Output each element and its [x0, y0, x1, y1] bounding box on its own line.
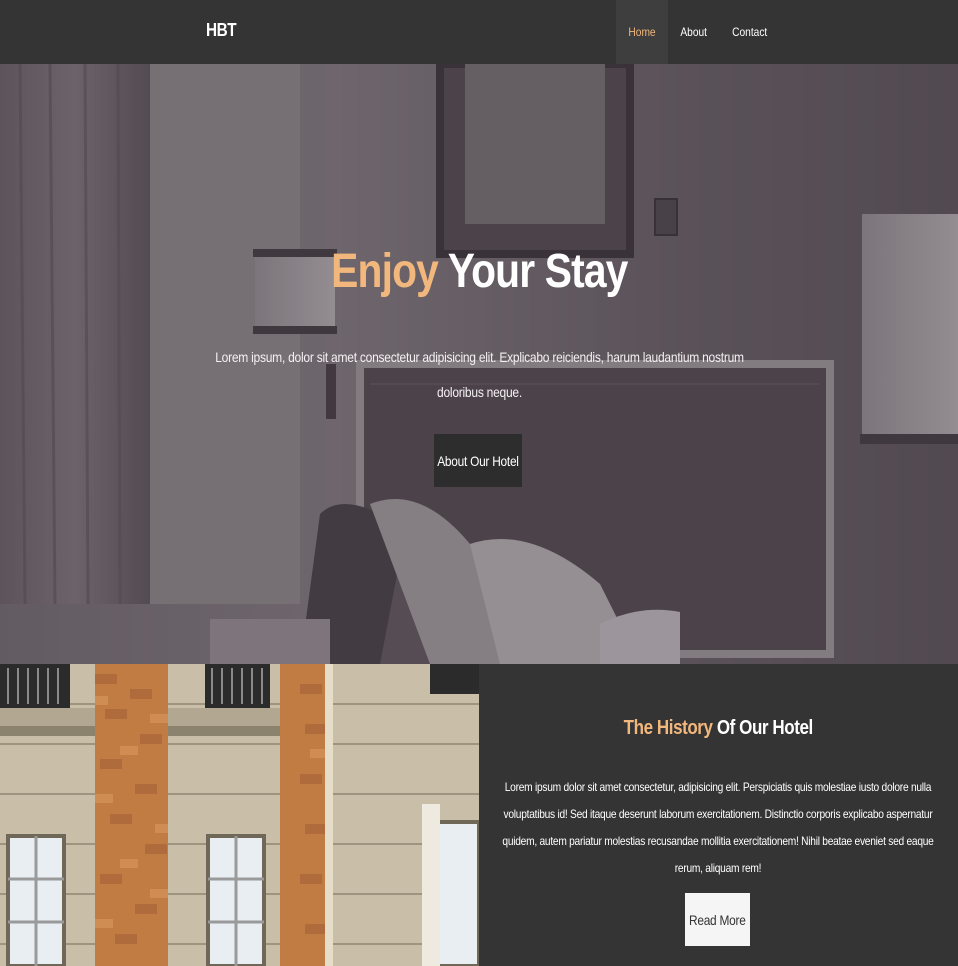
history-title: The History Of Our Hotel [479, 717, 958, 740]
hero-title: Enjoy Your Stay [0, 244, 958, 299]
history-description: Lorem ipsum dolor sit amet consectetur, … [493, 774, 944, 882]
read-more-button-label: Read More [689, 911, 746, 928]
hero-section: Enjoy Your Stay Lorem ipsum, dolor sit a… [0, 64, 958, 664]
history-section: The History Of Our Hotel Lorem ipsum dol… [479, 664, 958, 966]
nav-link-about[interactable]: About [668, 0, 719, 64]
history-title-rest: Of Our Hotel [712, 717, 814, 739]
hero-description: Lorem ipsum, dolor sit amet consectetur … [210, 340, 748, 410]
nav-link-contact-label: Contact [732, 25, 768, 39]
brand-logo[interactable]: HBT [206, 20, 237, 41]
history-building-image [0, 664, 479, 966]
nav-link-contact[interactable]: Contact [719, 0, 780, 64]
nav-link-about-label: About [680, 25, 708, 39]
hero-description-text: Lorem ipsum, dolor sit amet consectetur … [215, 349, 744, 400]
about-our-hotel-button[interactable]: About Our Hotel [434, 434, 522, 487]
hero-title-accent: Enjoy [330, 245, 439, 298]
history-description-text: Lorem ipsum dolor sit amet consectetur, … [502, 780, 934, 875]
hero-title-rest: Your Stay [437, 245, 628, 298]
building-facade-illustration [0, 664, 479, 966]
history-title-accent: The History [623, 717, 713, 739]
nav-links: Home About Contact [616, 0, 781, 64]
about-our-hotel-button-label: About Our Hotel [437, 452, 519, 469]
nav-link-home[interactable]: Home [616, 0, 669, 64]
navbar: HBT Home About Contact [0, 0, 958, 64]
read-more-button[interactable]: Read More [685, 893, 750, 946]
nav-link-home-label: Home [628, 25, 656, 39]
